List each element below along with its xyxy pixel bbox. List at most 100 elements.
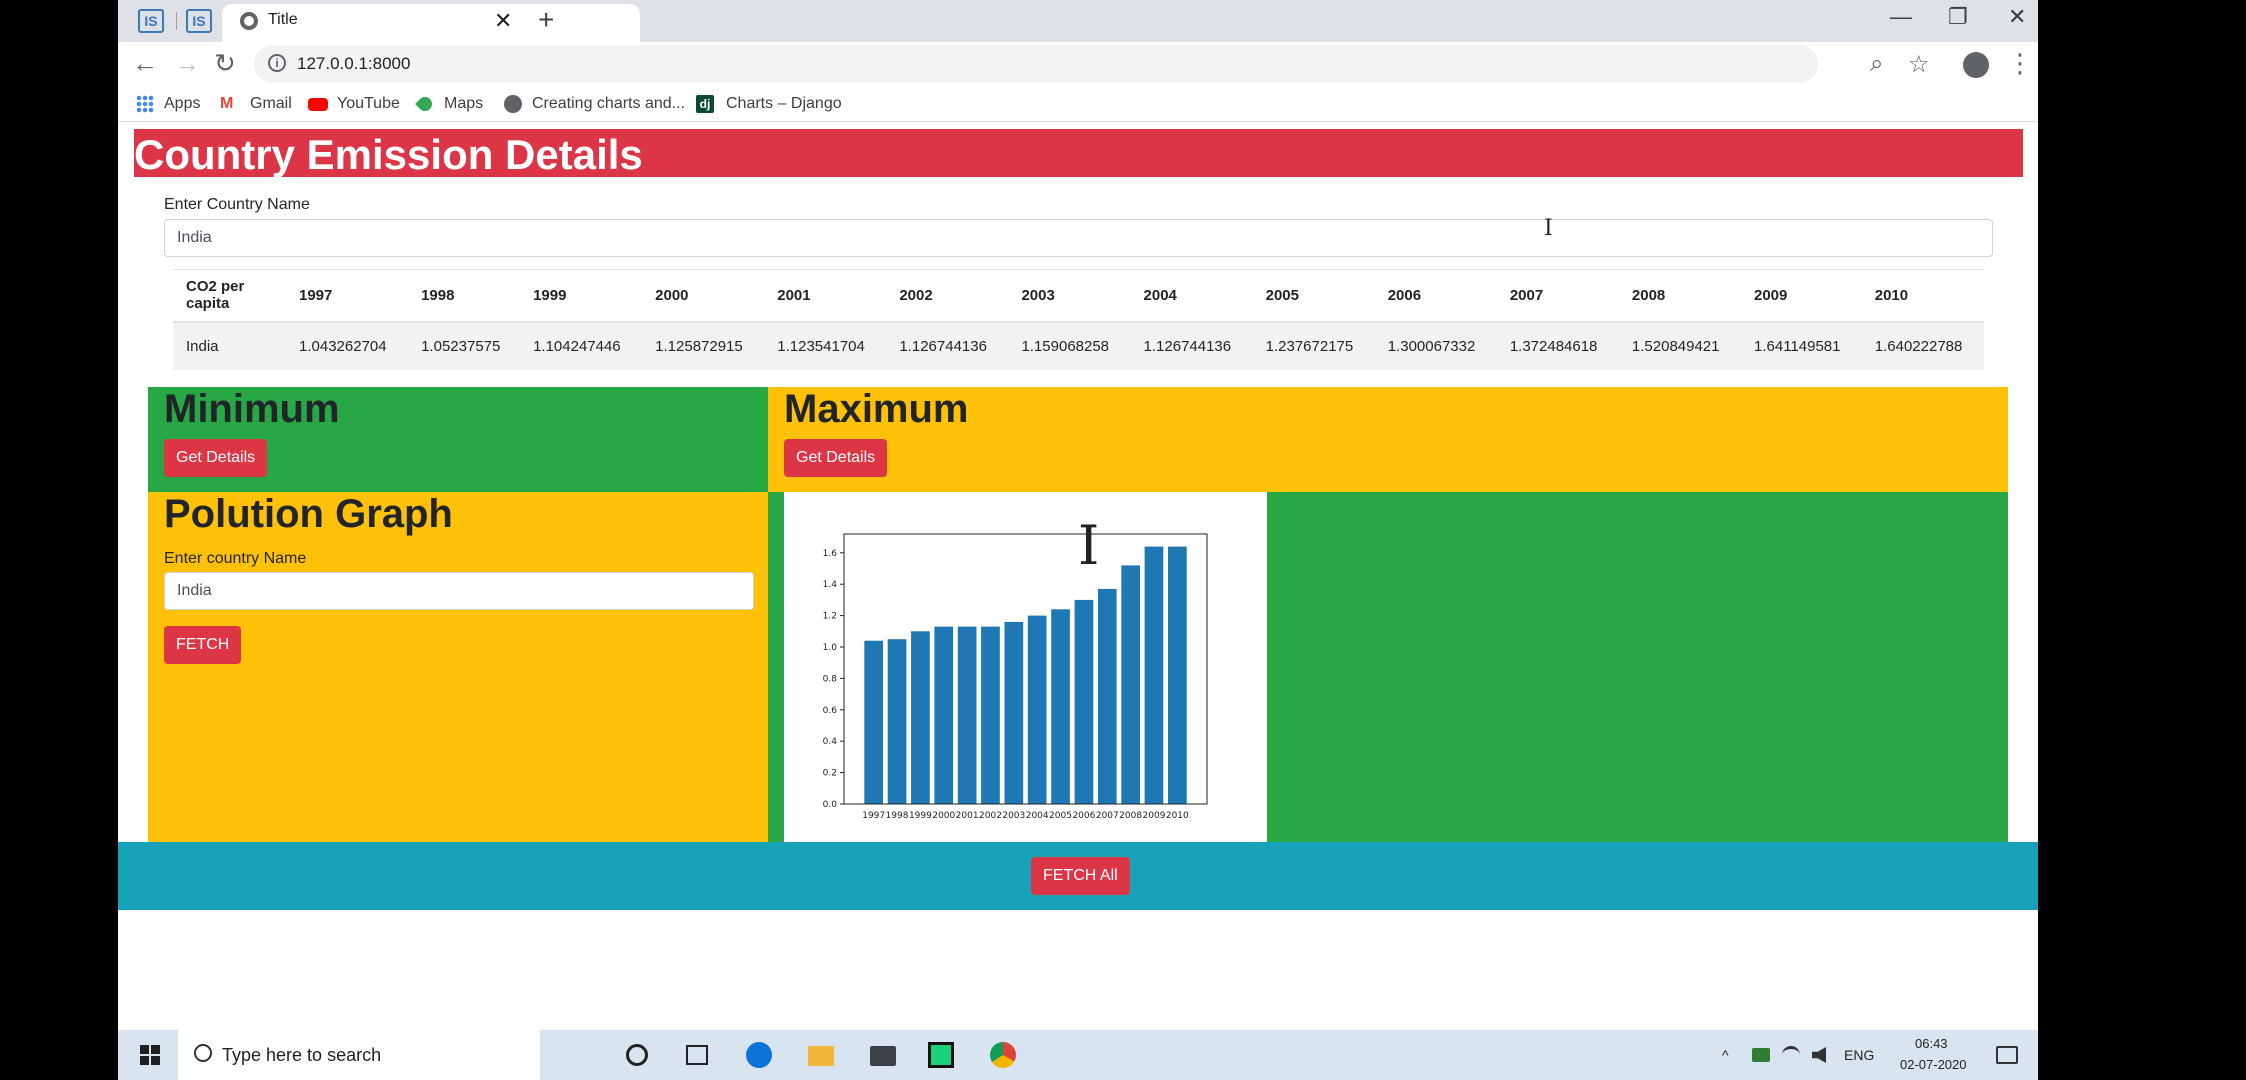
maximum-get-details-button[interactable]: Get Details [784,439,888,477]
x-tick-label: 2009 [1143,811,1166,821]
minimum-panel: Minimum Get Details [148,387,768,492]
clock-time[interactable]: 06:43 [1915,1036,1948,1051]
taskbar-search-box[interactable]: Type here to search [178,1030,540,1080]
table-cell: 1.125872915 [642,321,765,370]
new-tab-icon[interactable]: + [538,4,554,36]
tab-separator [176,12,177,30]
x-tick-label: 2000 [932,811,955,821]
tab-favicon-globe-icon [240,12,258,30]
minimum-get-details-button[interactable]: Get Details [164,439,268,477]
table-header-row: CO2 per capita 1997 1998 1999 2000 2001 … [173,269,1984,323]
table-header-cell: 2001 [764,269,887,323]
table-cell: 1.123541704 [764,321,887,370]
chart-bar-1998 [887,639,907,804]
table-cell: 1.237672175 [1252,321,1375,370]
bookmark-apps[interactable]: Apps [164,95,200,113]
country-name-input[interactable] [164,219,1993,257]
pinned-tab-1[interactable]: IS [138,9,164,33]
table-cell: 1.043262704 [286,321,409,370]
tray-chevron-icon[interactable]: ^ [1722,1047,1729,1063]
battery-icon[interactable] [1752,1048,1770,1062]
bookmark-youtube[interactable]: YouTube [337,95,400,113]
language-indicator[interactable]: ENG [1844,1047,1874,1063]
title-banner: Country Emission Details [134,129,2023,178]
windows-taskbar: Type here to search ^ ENG 06:43 02-07-20… [118,1030,2038,1080]
bookmark-gmail[interactable]: Gmail [250,95,292,113]
window-close-icon[interactable]: ✕ [2008,4,2026,30]
browser-toolbar: ← → ↻ i 127.0.0.1:8000 ⌕ ☆ ⋮ [118,42,2038,86]
back-icon[interactable]: ← [132,48,158,79]
x-tick-label: 1999 [909,811,932,821]
bookmark-star-icon[interactable]: ☆ [1908,50,1930,79]
windows-start-icon[interactable] [140,1045,160,1065]
emission-table: CO2 per capita 1997 1998 1999 2000 2001 … [173,269,1984,370]
tab-close-icon[interactable]: ✕ [494,8,512,34]
volume-icon[interactable] [1812,1047,1826,1063]
taskbar-search-placeholder[interactable]: Type here to search [222,1045,381,1066]
table-header-cell: 2004 [1130,269,1253,323]
profile-avatar-icon[interactable] [1963,52,1989,78]
table-header-cell: 1999 [520,269,643,323]
chart-bar-2003 [1004,621,1024,804]
mail-icon[interactable] [870,1046,896,1066]
maps-icon [415,94,435,114]
clock-date[interactable]: 02-07-2020 [1900,1057,1967,1072]
y-tick-label: 0.4 [823,737,838,747]
table-cell: India [173,321,286,370]
chrome-icon[interactable] [990,1042,1016,1068]
table-cell: 1.159068258 [1008,321,1131,370]
bookmark-charts-django[interactable]: Charts – Django [726,95,842,113]
task-view-icon[interactable] [686,1045,708,1065]
edge-icon[interactable] [746,1042,772,1068]
footer-bar: FETCH All [118,842,2038,910]
table-header-cell: CO2 per capita [173,269,286,323]
y-tick-label: 1.0 [823,643,838,653]
table-header-cell: 1998 [408,269,521,323]
bookmark-maps[interactable]: Maps [444,95,483,113]
reload-icon[interactable]: ↻ [214,48,236,79]
youtube-icon [308,98,328,111]
pycharm-icon[interactable] [928,1042,954,1068]
wifi-icon[interactable] [1782,1046,1800,1064]
chart-bar-2000 [934,626,954,804]
maximum-heading: Maximum [784,387,969,431]
fetch-button[interactable]: FETCH [164,626,242,664]
text-cursor-icon: I [1544,216,1553,241]
table-cell: 1.126744136 [1130,321,1253,370]
cortana-icon[interactable] [626,1044,648,1066]
site-info-icon[interactable]: i [268,54,286,72]
pinned-tab-2[interactable]: IS [186,9,212,33]
table-header-cell: 2010 [1861,269,1984,323]
forward-icon[interactable]: → [174,48,200,79]
address-bar[interactable] [254,45,1818,83]
x-tick-label: 1997 [862,811,885,821]
zoom-icon[interactable]: ⌕ [1870,50,1883,78]
browser-menu-icon[interactable]: ⋮ [2007,48,2033,79]
browser-window: IS IS Title ✕ + — ❐ ✕ ← → ↻ i 127.0.0.1:… [118,0,2038,1030]
restore-icon[interactable]: ❐ [1948,4,1968,30]
x-tick-label: 2008 [1119,811,1142,821]
bookmark-creating-charts[interactable]: Creating charts and... [532,95,685,113]
maximum-panel: Maximum Get Details [768,387,2008,492]
x-tick-label: 2002 [979,811,1002,821]
table-cell: 1.520849421 [1618,321,1741,370]
y-tick-label: 0.0 [823,800,838,810]
green-spacer [768,492,784,842]
y-tick-label: 1.2 [823,612,837,622]
y-tick-label: 0.8 [823,674,838,684]
url-text[interactable]: 127.0.0.1:8000 [297,54,410,74]
notifications-icon[interactable] [1996,1046,2018,1064]
x-tick-label: 1998 [886,811,909,821]
chart-bar-2008 [1121,565,1140,804]
tab-strip: IS IS Title ✕ + — ❐ ✕ [118,0,2038,42]
x-tick-label: 2004 [1026,811,1049,821]
chart-bar-2007 [1097,588,1117,804]
file-explorer-icon[interactable] [808,1046,834,1066]
x-tick-label: 2006 [1072,811,1095,821]
django-icon: dj [696,95,714,113]
chart-bar-2009 [1144,546,1164,804]
chart-bar-1999 [911,631,930,804]
fetch-all-button[interactable]: FETCH All [1031,857,1130,895]
graph-country-input[interactable] [164,572,754,610]
minimize-icon[interactable]: — [1890,4,1912,30]
